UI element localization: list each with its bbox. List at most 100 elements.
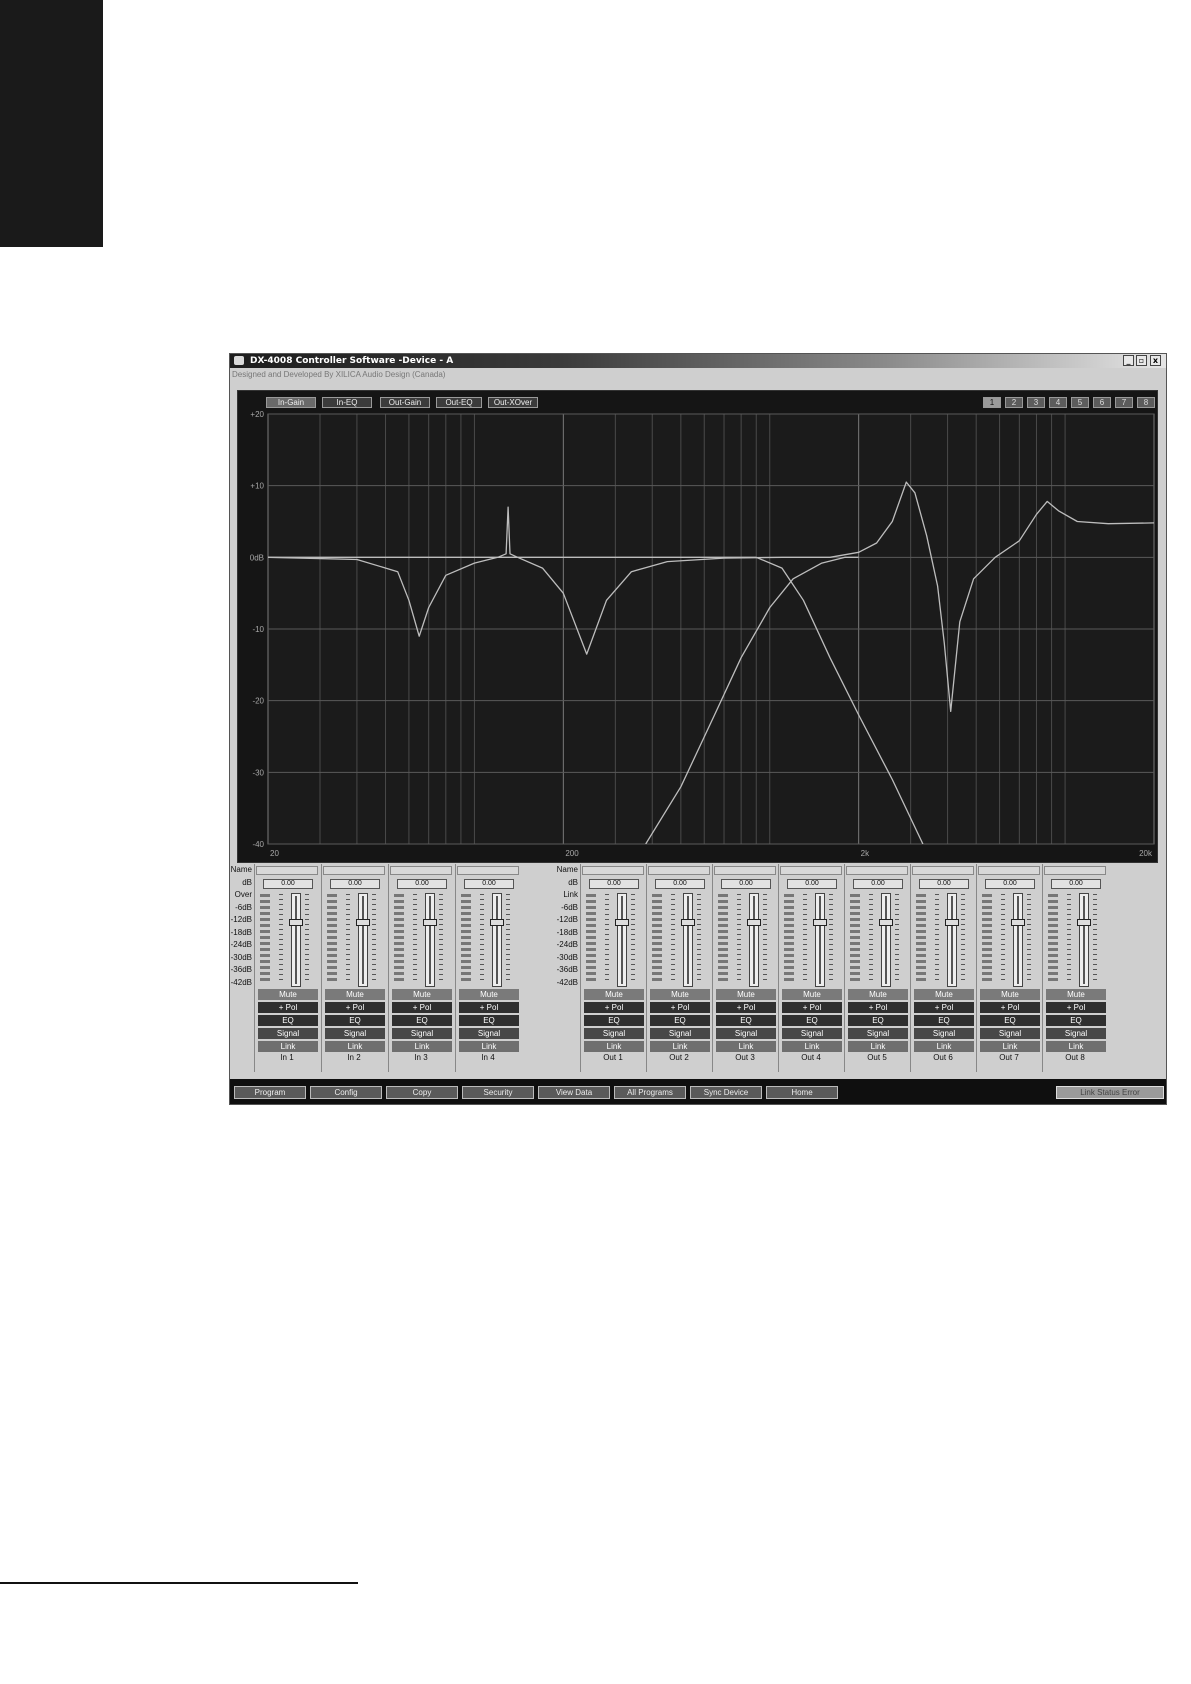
mute-button[interactable]: Mute — [782, 989, 842, 1000]
polarity-button[interactable]: + Pol — [325, 1002, 385, 1013]
link-button[interactable]: Link — [650, 1041, 710, 1052]
gain-fader[interactable] — [945, 893, 959, 987]
gain-value-field[interactable]: 0.00 — [655, 879, 705, 889]
link-button[interactable]: Link — [914, 1041, 974, 1052]
gain-fader[interactable] — [879, 893, 893, 987]
gain-value-field[interactable]: 0.00 — [330, 879, 380, 889]
channel-name-field[interactable] — [457, 866, 519, 875]
link-button[interactable]: Link — [258, 1041, 318, 1052]
fader-handle[interactable] — [423, 918, 437, 926]
toolbar-button-security[interactable]: Security — [462, 1086, 534, 1099]
signal-button[interactable]: Signal — [392, 1028, 452, 1039]
polarity-button[interactable]: + Pol — [848, 1002, 908, 1013]
link-button[interactable]: Link — [1046, 1041, 1106, 1052]
graph-tab-in-eq[interactable]: In-EQ — [322, 397, 372, 408]
output-select-8[interactable]: 8 — [1137, 397, 1155, 408]
link-status-indicator[interactable]: Link Status Error — [1056, 1086, 1164, 1099]
fader-handle[interactable] — [356, 918, 370, 926]
eq-button[interactable]: EQ — [1046, 1015, 1106, 1026]
toolbar-button-view-data[interactable]: View Data — [538, 1086, 610, 1099]
toolbar-button-all-programs[interactable]: All Programs — [614, 1086, 686, 1099]
polarity-button[interactable]: + Pol — [584, 1002, 644, 1013]
link-button[interactable]: Link — [716, 1041, 776, 1052]
eq-button[interactable]: EQ — [459, 1015, 519, 1026]
polarity-button[interactable]: + Pol — [914, 1002, 974, 1013]
fader-handle[interactable] — [747, 918, 761, 926]
output-select-6[interactable]: 6 — [1093, 397, 1111, 408]
close-button[interactable]: x — [1150, 355, 1161, 366]
restore-button[interactable]: ▫ — [1136, 355, 1147, 366]
link-button[interactable]: Link — [980, 1041, 1040, 1052]
graph-tab-out-xover[interactable]: Out-XOver — [488, 397, 538, 408]
link-button[interactable]: Link — [782, 1041, 842, 1052]
output-select-7[interactable]: 7 — [1115, 397, 1133, 408]
gain-value-field[interactable]: 0.00 — [1051, 879, 1101, 889]
mute-button[interactable]: Mute — [914, 989, 974, 1000]
mute-button[interactable]: Mute — [584, 989, 644, 1000]
gain-fader[interactable] — [490, 893, 504, 987]
output-select-4[interactable]: 4 — [1049, 397, 1067, 408]
signal-button[interactable]: Signal — [325, 1028, 385, 1039]
eq-button[interactable]: EQ — [325, 1015, 385, 1026]
channel-name-field[interactable] — [256, 866, 318, 875]
toolbar-button-sync-device[interactable]: Sync Device — [690, 1086, 762, 1099]
link-button[interactable]: Link — [848, 1041, 908, 1052]
eq-button[interactable]: EQ — [914, 1015, 974, 1026]
gain-value-field[interactable]: 0.00 — [919, 879, 969, 889]
signal-button[interactable]: Signal — [584, 1028, 644, 1039]
signal-button[interactable]: Signal — [716, 1028, 776, 1039]
fader-handle[interactable] — [289, 918, 303, 926]
fader-handle[interactable] — [813, 918, 827, 926]
polarity-button[interactable]: + Pol — [980, 1002, 1040, 1013]
mute-button[interactable]: Mute — [392, 989, 452, 1000]
channel-name-field[interactable] — [780, 866, 842, 875]
gain-value-field[interactable]: 0.00 — [263, 879, 313, 889]
gain-value-field[interactable]: 0.00 — [985, 879, 1035, 889]
graph-tab-out-eq[interactable]: Out-EQ — [436, 397, 482, 408]
channel-name-field[interactable] — [912, 866, 974, 875]
toolbar-button-copy[interactable]: Copy — [386, 1086, 458, 1099]
eq-button[interactable]: EQ — [782, 1015, 842, 1026]
signal-button[interactable]: Signal — [980, 1028, 1040, 1039]
fader-handle[interactable] — [681, 918, 695, 926]
channel-name-field[interactable] — [846, 866, 908, 875]
link-button[interactable]: Link — [459, 1041, 519, 1052]
channel-name-field[interactable] — [978, 866, 1040, 875]
gain-value-field[interactable]: 0.00 — [589, 879, 639, 889]
eq-button[interactable]: EQ — [650, 1015, 710, 1026]
eq-button[interactable]: EQ — [584, 1015, 644, 1026]
mute-button[interactable]: Mute — [650, 989, 710, 1000]
polarity-button[interactable]: + Pol — [459, 1002, 519, 1013]
gain-fader[interactable] — [681, 893, 695, 987]
output-select-3[interactable]: 3 — [1027, 397, 1045, 408]
polarity-button[interactable]: + Pol — [716, 1002, 776, 1013]
eq-button[interactable]: EQ — [716, 1015, 776, 1026]
gain-value-field[interactable]: 0.00 — [787, 879, 837, 889]
eq-button[interactable]: EQ — [848, 1015, 908, 1026]
output-select-1[interactable]: 1 — [983, 397, 1001, 408]
channel-name-field[interactable] — [1044, 866, 1106, 875]
gain-value-field[interactable]: 0.00 — [721, 879, 771, 889]
fader-handle[interactable] — [879, 918, 893, 926]
mute-button[interactable]: Mute — [258, 989, 318, 1000]
link-button[interactable]: Link — [325, 1041, 385, 1052]
mute-button[interactable]: Mute — [716, 989, 776, 1000]
output-select-2[interactable]: 2 — [1005, 397, 1023, 408]
channel-name-field[interactable] — [648, 866, 710, 875]
fader-handle[interactable] — [1011, 918, 1025, 926]
channel-name-field[interactable] — [323, 866, 385, 875]
gain-value-field[interactable]: 0.00 — [397, 879, 447, 889]
fader-handle[interactable] — [615, 918, 629, 926]
link-button[interactable]: Link — [584, 1041, 644, 1052]
channel-name-field[interactable] — [714, 866, 776, 875]
graph-tab-out-gain[interactable]: Out-Gain — [380, 397, 430, 408]
gain-value-field[interactable]: 0.00 — [464, 879, 514, 889]
gain-fader[interactable] — [615, 893, 629, 987]
polarity-button[interactable]: + Pol — [1046, 1002, 1106, 1013]
polarity-button[interactable]: + Pol — [782, 1002, 842, 1013]
gain-fader[interactable] — [813, 893, 827, 987]
fader-handle[interactable] — [1077, 918, 1091, 926]
signal-button[interactable]: Signal — [914, 1028, 974, 1039]
eq-button[interactable]: EQ — [392, 1015, 452, 1026]
gain-fader[interactable] — [1011, 893, 1025, 987]
